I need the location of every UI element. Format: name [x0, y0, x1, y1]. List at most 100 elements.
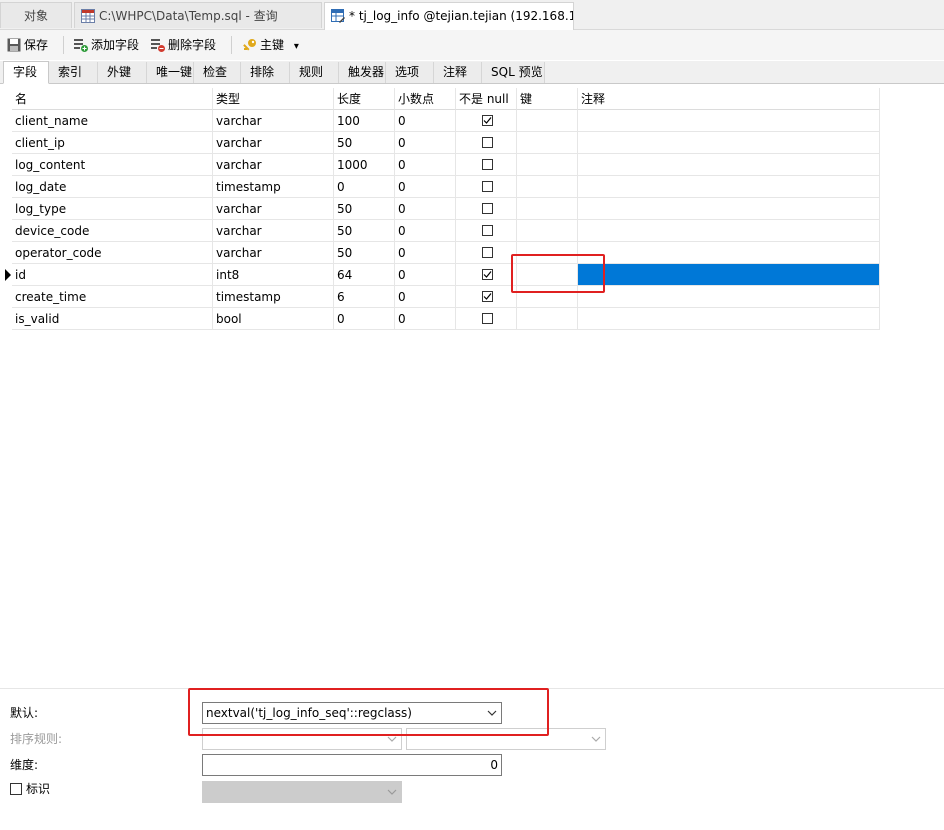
cell-comment[interactable] [578, 198, 880, 220]
cell-name[interactable]: operator_code [12, 242, 213, 264]
identity-combo[interactable] [202, 781, 402, 803]
delete-field-button[interactable]: 删除字段 [151, 36, 216, 54]
not-null-checkbox[interactable] [482, 225, 493, 236]
cell-type[interactable]: varchar [213, 132, 334, 154]
header-not-null[interactable]: 不是 null [456, 88, 517, 110]
cell-name[interactable]: client_ip [12, 132, 213, 154]
cell-key[interactable] [517, 308, 578, 330]
cell-comment[interactable] [578, 176, 880, 198]
cell-name[interactable]: device_code [12, 220, 213, 242]
tab-triggers[interactable]: 触发器 [339, 62, 386, 83]
table-row[interactable]: client_ip varchar 50 0 [0, 132, 944, 154]
collation-name-combo[interactable] [406, 728, 606, 750]
cell-key[interactable] [517, 176, 578, 198]
cell-length[interactable]: 0 [334, 176, 395, 198]
header-comment[interactable]: 注释 [578, 88, 880, 110]
cell-type[interactable]: timestamp [213, 176, 334, 198]
add-field-button[interactable]: 添加字段 [74, 36, 139, 54]
cell-length[interactable]: 64 [334, 264, 395, 286]
cell-name[interactable]: log_type [12, 198, 213, 220]
table-row[interactable]: device_code varchar 50 0 [0, 220, 944, 242]
header-length[interactable]: 长度 [334, 88, 395, 110]
table-row[interactable]: operator_code varchar 50 0 [0, 242, 944, 264]
cell-type[interactable]: varchar [213, 198, 334, 220]
cell-type[interactable]: varchar [213, 110, 334, 132]
cell-length[interactable]: 50 [334, 220, 395, 242]
cell-decimals[interactable]: 0 [395, 176, 456, 198]
header-decimals[interactable]: 小数点 [395, 88, 456, 110]
table-row[interactable]: log_type varchar 50 0 [0, 198, 944, 220]
primary-key-button[interactable]: 主键 ▾ [243, 36, 299, 54]
table-row[interactable]: log_date timestamp 0 0 [0, 176, 944, 198]
not-null-checkbox[interactable] [482, 269, 493, 280]
cell-key[interactable] [517, 110, 578, 132]
cell-type[interactable]: int8 [213, 264, 334, 286]
identity-checkbox[interactable] [10, 783, 22, 795]
not-null-checkbox[interactable] [482, 313, 493, 324]
cell-name[interactable]: create_time [12, 286, 213, 308]
cell-key[interactable] [517, 154, 578, 176]
cell-name[interactable]: id [12, 264, 213, 286]
table-row[interactable]: log_content varchar 1000 0 [0, 154, 944, 176]
not-null-checkbox[interactable] [482, 181, 493, 192]
not-null-checkbox[interactable] [482, 137, 493, 148]
cell-key[interactable] [517, 242, 578, 264]
cell-type[interactable]: varchar [213, 154, 334, 176]
cell-comment[interactable] [578, 242, 880, 264]
header-key[interactable]: 键 [517, 88, 578, 110]
cell-decimals[interactable]: 0 [395, 132, 456, 154]
tab-rules[interactable]: 规则 [290, 62, 339, 83]
cell-name[interactable]: log_date [12, 176, 213, 198]
cell-type[interactable]: timestamp [213, 286, 334, 308]
cell-name[interactable]: is_valid [12, 308, 213, 330]
cell-length[interactable]: 50 [334, 132, 395, 154]
tab-options[interactable]: 选项 [386, 62, 434, 83]
cell-decimals[interactable]: 0 [395, 198, 456, 220]
cell-length[interactable]: 50 [334, 198, 395, 220]
tab-sql-preview[interactable]: SQL 预览 [482, 62, 545, 83]
tab-unique-keys[interactable]: 唯一键 [147, 62, 194, 83]
cell-type[interactable]: bool [213, 308, 334, 330]
cell-key[interactable] [517, 286, 578, 308]
cell-comment[interactable] [578, 132, 880, 154]
cell-comment[interactable] [578, 264, 880, 286]
table-row[interactable]: is_valid bool 0 0 [0, 308, 944, 330]
cell-decimals[interactable]: 0 [395, 264, 456, 286]
cell-decimals[interactable]: 0 [395, 154, 456, 176]
table-row[interactable]: client_name varchar 100 0 [0, 110, 944, 132]
cell-comment[interactable] [578, 308, 880, 330]
cell-length[interactable]: 6 [334, 286, 395, 308]
tab-table-design[interactable]: * tj_log_info @tejian.tejian (192.168.1.… [324, 2, 574, 30]
table-row[interactable]: id int8 64 0 [0, 264, 944, 286]
cell-key[interactable] [517, 132, 578, 154]
tab-excludes[interactable]: 排除 [241, 62, 290, 83]
cell-length[interactable]: 1000 [334, 154, 395, 176]
not-null-checkbox[interactable] [482, 291, 493, 302]
not-null-checkbox[interactable] [482, 203, 493, 214]
cell-length[interactable]: 0 [334, 308, 395, 330]
save-button[interactable]: 保存 [7, 36, 48, 54]
cell-decimals[interactable]: 0 [395, 110, 456, 132]
not-null-checkbox[interactable] [482, 115, 493, 126]
cell-name[interactable]: log_content [12, 154, 213, 176]
tab-foreign-keys[interactable]: 外键 [98, 62, 147, 83]
dimension-field[interactable]: 0 [202, 754, 502, 776]
tab-indexes[interactable]: 索引 [49, 62, 98, 83]
tab-checks[interactable]: 检查 [194, 62, 241, 83]
cell-length[interactable]: 100 [334, 110, 395, 132]
header-name[interactable]: 名 [12, 88, 213, 110]
not-null-checkbox[interactable] [482, 159, 493, 170]
cell-comment[interactable] [578, 286, 880, 308]
header-type[interactable]: 类型 [213, 88, 334, 110]
tab-query-file[interactable]: C:\WHPC\Data\Temp.sql - 查询 [74, 2, 322, 28]
default-value-combo[interactable]: nextval('tj_log_info_seq'::regclass) [202, 702, 502, 724]
tab-fields[interactable]: 字段 [3, 61, 49, 84]
tab-comments[interactable]: 注释 [434, 62, 482, 83]
cell-name[interactable]: client_name [12, 110, 213, 132]
cell-type[interactable]: varchar [213, 220, 334, 242]
cell-comment[interactable] [578, 220, 880, 242]
cell-type[interactable]: varchar [213, 242, 334, 264]
cell-decimals[interactable]: 0 [395, 242, 456, 264]
cell-decimals[interactable]: 0 [395, 286, 456, 308]
tab-objects[interactable]: 对象 [0, 2, 72, 28]
